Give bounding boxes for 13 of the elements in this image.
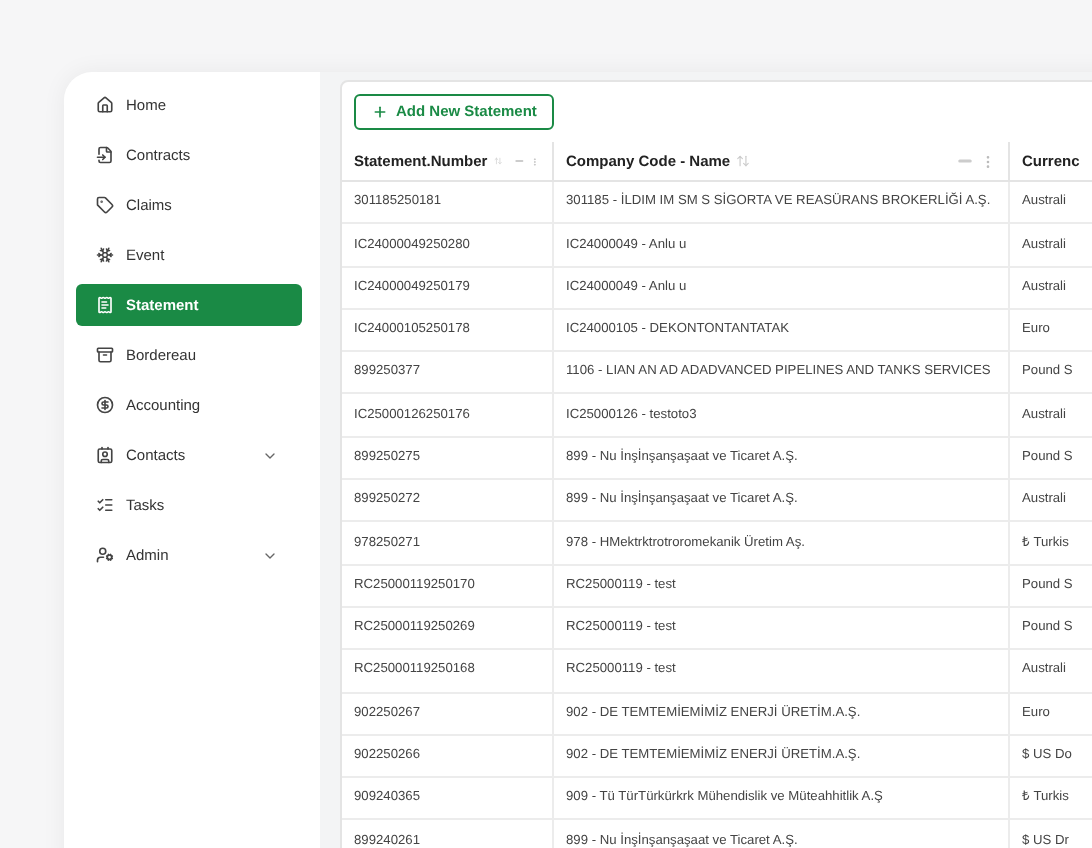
snowflake-icon	[96, 246, 114, 264]
plus-icon	[372, 104, 388, 120]
tag-icon	[96, 196, 114, 214]
dollar-coin-icon	[96, 396, 114, 414]
archive-icon	[96, 346, 114, 364]
user-gear-icon	[96, 546, 114, 564]
contact-card-icon	[96, 446, 114, 464]
document-icon	[96, 146, 114, 164]
checklist-icon	[96, 496, 114, 514]
receipt-icon	[96, 296, 114, 314]
sort-icon[interactable]	[493, 154, 502, 168]
sort-icon[interactable]	[736, 154, 751, 168]
home-icon	[96, 96, 114, 114]
